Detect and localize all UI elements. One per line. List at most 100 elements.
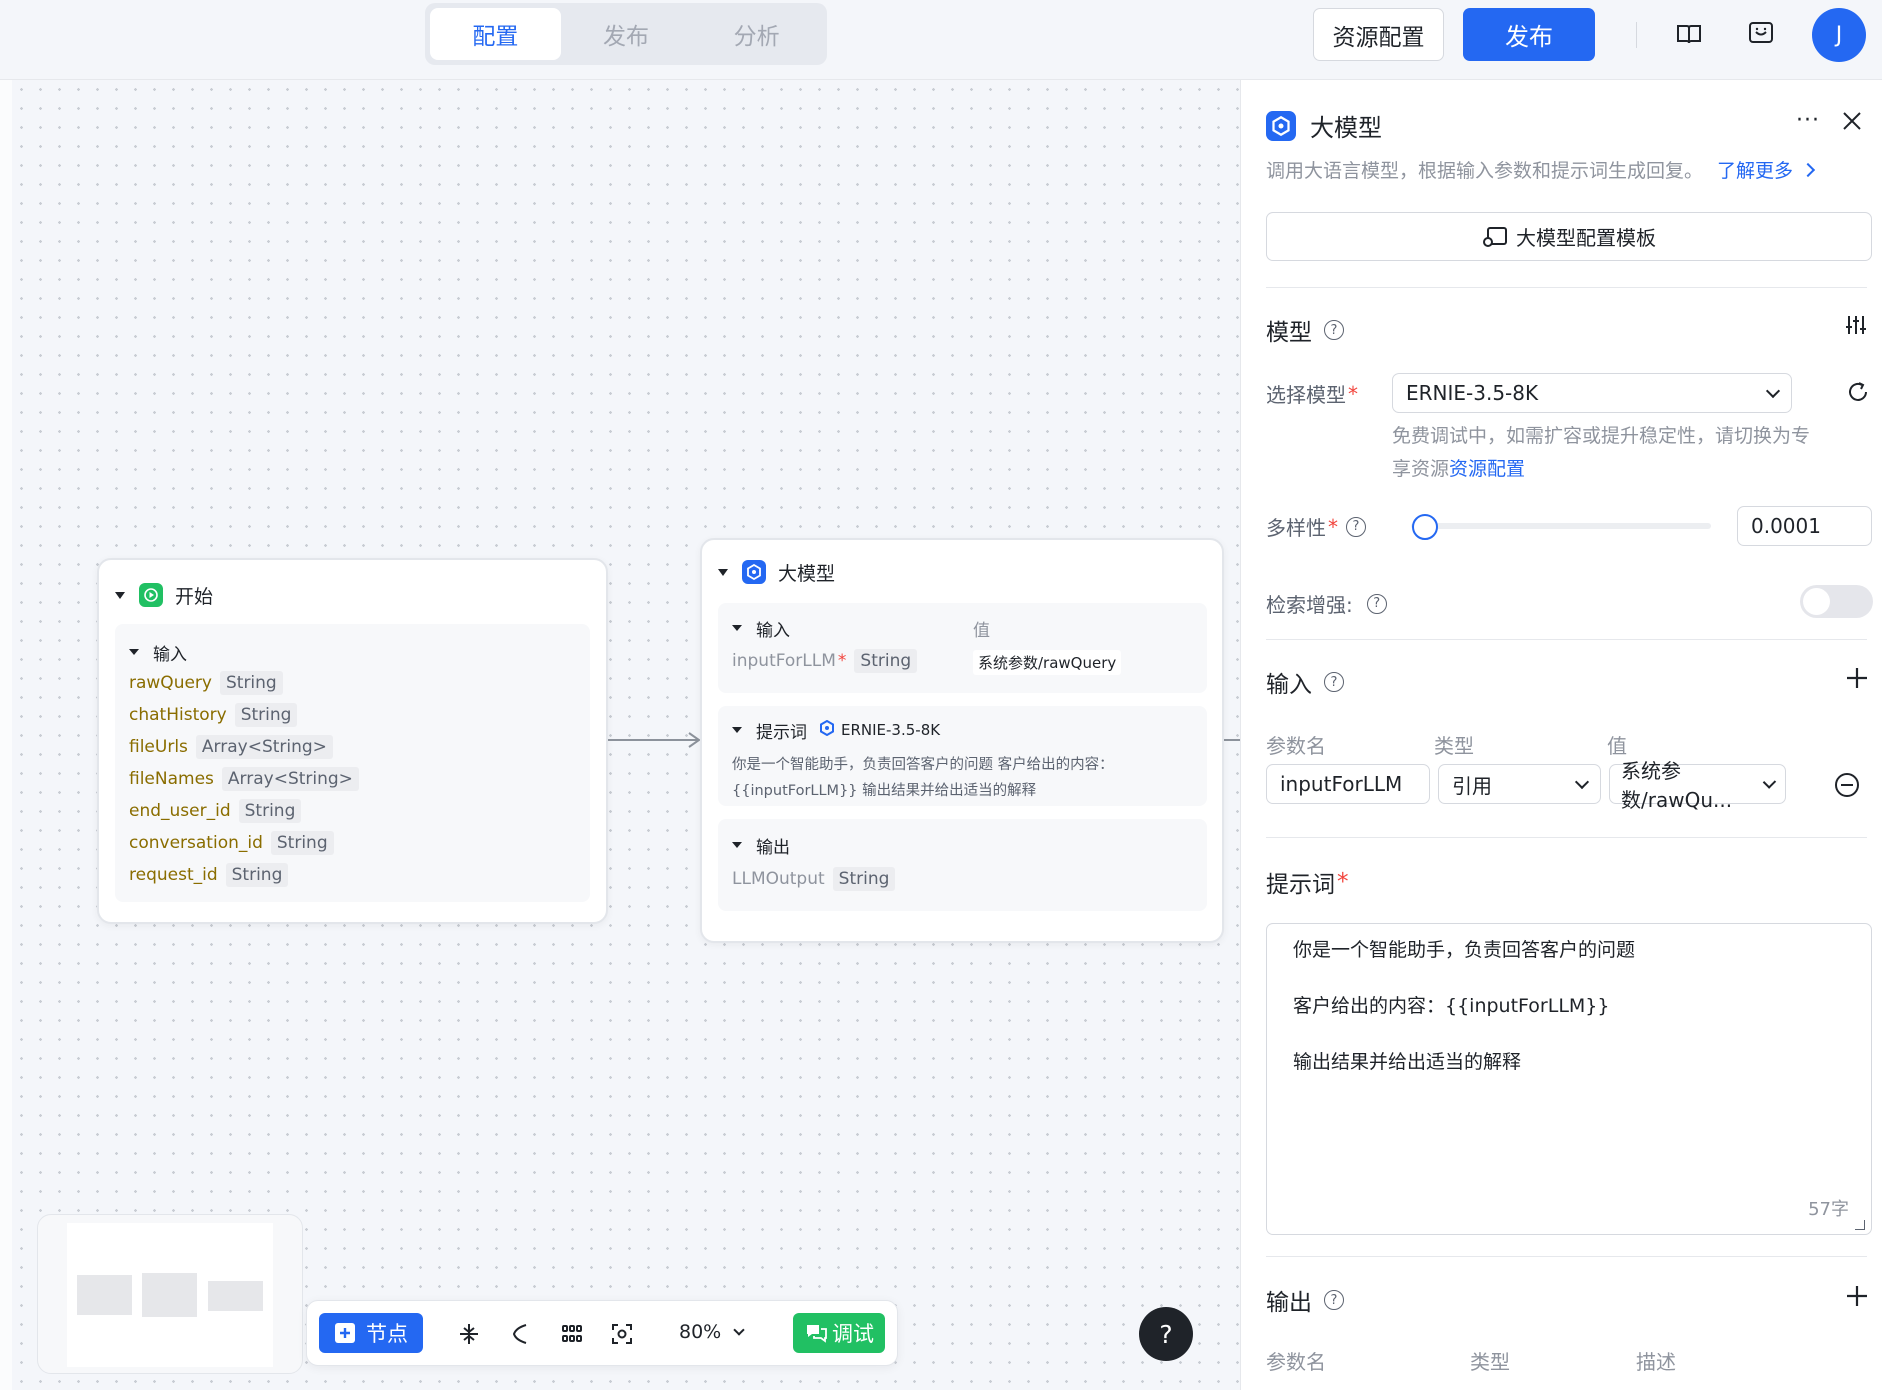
output-section-title: 输出? bbox=[1266, 1283, 1344, 1317]
tab-analytics[interactable]: 分析 bbox=[691, 8, 822, 60]
param-row: rawQuery String bbox=[129, 667, 359, 699]
add-node-label: 节点 bbox=[366, 1322, 408, 1346]
llm-node-title: 大模型 bbox=[778, 562, 836, 585]
resize-handle-icon[interactable] bbox=[1855, 1220, 1865, 1230]
divider bbox=[1266, 837, 1867, 838]
prompt-preview: 你是一个智能助手，负责回答客户的问题 客户给出的内容： {{inputForLL… bbox=[732, 752, 1114, 804]
param-value: 系统参数/rawQuery bbox=[973, 650, 1122, 675]
add-node-button[interactable]: 节点 bbox=[319, 1313, 423, 1353]
help-icon[interactable]: ? bbox=[1324, 672, 1344, 692]
workflow-canvas[interactable]: 开始 输入 rawQuery String chatHistory String fil… bbox=[0, 80, 1252, 1390]
retrieval-toggle[interactable] bbox=[1800, 585, 1873, 618]
refresh-icon[interactable] bbox=[1846, 380, 1870, 408]
zoom-select[interactable]: 80% bbox=[679, 1321, 745, 1343]
divider bbox=[1636, 22, 1637, 48]
minimap[interactable] bbox=[37, 1214, 303, 1374]
param-name: fileUrls bbox=[129, 737, 188, 757]
diversity-slider[interactable] bbox=[1411, 523, 1711, 529]
start-node-title: 开始 bbox=[175, 585, 214, 608]
model-icon bbox=[819, 719, 835, 741]
template-label: 大模型配置模板 bbox=[1516, 226, 1656, 250]
prompt-line: 你是一个智能助手，负责回答客户的问题 bbox=[1293, 939, 1636, 961]
param-name-input[interactable]: inputForLLM bbox=[1266, 764, 1430, 804]
tab-publish[interactable]: 发布 bbox=[561, 8, 692, 60]
debug-button[interactable]: 调试 bbox=[793, 1313, 885, 1353]
fit-view-icon[interactable] bbox=[605, 1317, 639, 1351]
slider-handle[interactable] bbox=[1412, 514, 1438, 540]
prompt-line: 输出结果并给出适当的解释 bbox=[1293, 1051, 1522, 1073]
diversity-input[interactable]: 0.0001 bbox=[1737, 506, 1872, 546]
param-type: String bbox=[225, 863, 289, 887]
tab-config[interactable]: 配置 bbox=[430, 8, 561, 60]
avatar[interactable]: J bbox=[1812, 8, 1866, 62]
section-label: 输入 bbox=[1266, 672, 1312, 698]
prompt-textarea[interactable]: 你是一个智能助手，负责回答客户的问题 客户给出的内容：{{inputForLLM… bbox=[1266, 923, 1872, 1235]
section-label: 输出 bbox=[1266, 1290, 1312, 1316]
feedback-icon[interactable] bbox=[1744, 17, 1778, 51]
section-title: 提示词 bbox=[756, 722, 807, 743]
add-input-icon[interactable] bbox=[1845, 666, 1869, 694]
collapse-caret-icon[interactable] bbox=[115, 591, 125, 599]
required-mark: * bbox=[1337, 869, 1349, 895]
connector-style-icon[interactable] bbox=[503, 1317, 537, 1351]
param-name: rawQuery bbox=[129, 673, 212, 693]
divider bbox=[1266, 287, 1867, 288]
llm-node[interactable]: 大模型 输入 值 inputForLLM * String 系统参数/rawQu… bbox=[700, 538, 1224, 943]
col-type-header: 类型 bbox=[1434, 734, 1474, 758]
help-icon[interactable]: ? bbox=[1324, 320, 1344, 340]
collapse-caret-icon[interactable] bbox=[732, 842, 742, 848]
zoom-level: 80% bbox=[679, 1321, 722, 1343]
collapse-caret-icon[interactable] bbox=[129, 649, 139, 655]
select-model-label: 选择模型 * bbox=[1266, 379, 1358, 408]
value-column-label: 值 bbox=[973, 620, 990, 641]
param-row: request_id String bbox=[129, 859, 359, 891]
chevron-down-icon bbox=[1765, 383, 1781, 398]
template-button[interactable]: 大模型配置模板 bbox=[1266, 212, 1872, 261]
panel-description: 调用大语言模型，根据输入参数和提示词生成回复。 了解更多 bbox=[1266, 156, 1816, 183]
label-text: 检索增强: bbox=[1266, 593, 1353, 617]
publish-button[interactable]: 发布 bbox=[1463, 8, 1595, 61]
chat-icon bbox=[807, 1325, 827, 1343]
close-icon[interactable] bbox=[1841, 110, 1863, 136]
auto-layout-icon[interactable] bbox=[452, 1317, 486, 1351]
book-icon[interactable] bbox=[1672, 17, 1706, 51]
label-text: 选择模型 bbox=[1266, 383, 1346, 407]
help-icon[interactable]: ? bbox=[1324, 1290, 1344, 1310]
help-icon[interactable]: ? bbox=[1366, 593, 1387, 614]
minimap-node bbox=[208, 1281, 263, 1311]
canvas-toolbar: 节点 80% 调试 bbox=[306, 1300, 898, 1366]
required-mark: * bbox=[1328, 514, 1338, 539]
remove-param-icon[interactable] bbox=[1834, 772, 1860, 802]
llm-icon bbox=[1266, 110, 1296, 141]
help-icon[interactable]: ? bbox=[1346, 516, 1366, 537]
grid-icon[interactable] bbox=[555, 1317, 589, 1351]
minimap-node bbox=[142, 1273, 197, 1317]
prompt-line: 你是一个智能助手，负责回答客户的问题 客户给出的内容： bbox=[732, 757, 1114, 773]
out-col-type-header: 类型 bbox=[1470, 1350, 1510, 1374]
section-title: 输出 bbox=[756, 837, 790, 858]
prompt-line: 客户给出的内容：{{inputForLLM}} bbox=[1293, 995, 1610, 1017]
llm-input-panel: 输入 值 inputForLLM * String 系统参数/rawQuery bbox=[718, 603, 1207, 693]
collapse-caret-icon[interactable] bbox=[732, 625, 742, 631]
param-name: chatHistory bbox=[129, 705, 227, 725]
param-type-select[interactable]: 引用 bbox=[1438, 764, 1601, 804]
add-output-icon[interactable] bbox=[1845, 1284, 1869, 1312]
template-icon bbox=[1483, 226, 1507, 247]
param-name: inputForLLM bbox=[732, 651, 836, 671]
learn-more-link[interactable]: 了解更多 bbox=[1717, 156, 1793, 183]
resource-config-link[interactable]: 资源配置 bbox=[1449, 458, 1525, 480]
selected-model: ERNIE-3.5-8K bbox=[1406, 381, 1539, 405]
start-node[interactable]: 开始 输入 rawQuery String chatHistory String fil… bbox=[97, 558, 608, 924]
help-button[interactable]: ? bbox=[1139, 1307, 1193, 1361]
settings-sliders-icon[interactable] bbox=[1844, 313, 1868, 341]
prompt-model: ERNIE-3.5-8K bbox=[841, 721, 941, 739]
collapse-caret-icon[interactable] bbox=[732, 727, 742, 733]
more-icon[interactable]: ··· bbox=[1796, 108, 1820, 133]
start-inputs-panel: 输入 rawQuery String chatHistory String fileUr… bbox=[115, 624, 590, 902]
chevron-right-icon bbox=[1800, 162, 1816, 177]
model-select[interactable]: ERNIE-3.5-8K bbox=[1392, 373, 1792, 413]
collapse-caret-icon[interactable] bbox=[718, 568, 728, 576]
resource-config-button[interactable]: 资源配置 bbox=[1313, 8, 1444, 61]
param-value-select[interactable]: 系统参数/rawQu... bbox=[1609, 759, 1786, 812]
param-type: String bbox=[238, 799, 302, 823]
